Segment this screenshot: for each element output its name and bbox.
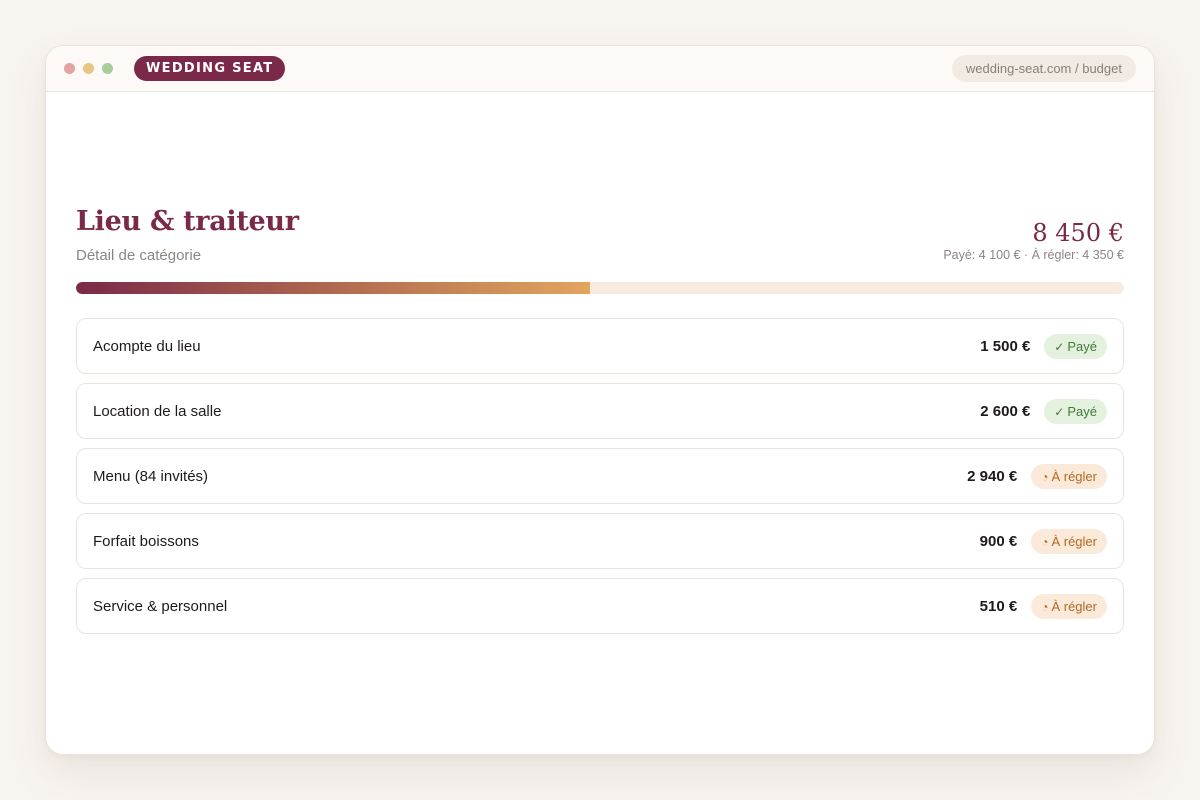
status-badge[interactable]: ◔ À régler <box>1031 528 1107 554</box>
status-label: Payé <box>1067 403 1097 419</box>
expense-row[interactable]: Service & personnel 510 € ◔ À régler <box>76 578 1124 634</box>
payment-progress-fill <box>76 282 590 294</box>
pending-clock-icon: ◔ <box>1041 469 1049 484</box>
close-window-dot[interactable] <box>64 63 75 74</box>
expense-amount: 510 € <box>979 597 1018 615</box>
payment-progress-bar <box>76 282 1124 294</box>
expense-label: Service & personnel <box>93 597 228 615</box>
expense-row[interactable]: Forfait boissons 900 € ◔ À régler <box>76 513 1124 569</box>
expense-label: Menu (84 invités) <box>93 467 209 485</box>
expense-list: Acompte du lieu 1 500 € ✓ Payé Location d… <box>76 318 1124 643</box>
browser-window: WEDDING SEAT wedding-seat.com / budget L… <box>45 45 1155 755</box>
category-total: 8 450 € <box>1032 219 1124 247</box>
expense-label: Acompte du lieu <box>93 337 201 355</box>
status-label: Payé <box>1067 338 1097 354</box>
status-badge[interactable]: ✓ Payé <box>1044 398 1107 424</box>
page-subtitle: Détail de catégorie <box>76 247 202 264</box>
pending-clock-icon: ◔ <box>1041 599 1049 614</box>
category-detail: Lieu & traiteur Détail de catégorie 8 45… <box>76 206 1124 634</box>
check-icon: ✓ <box>1054 404 1065 419</box>
expense-row[interactable]: Menu (84 invités) 2 940 € ◔ À régler <box>76 448 1124 504</box>
expense-label: Location de la salle <box>93 402 222 420</box>
expense-label: Forfait boissons <box>93 532 199 550</box>
url-bar[interactable]: wedding-seat.com / budget <box>951 55 1136 82</box>
pending-clock-icon: ◔ <box>1041 534 1049 549</box>
expense-amount: 1 500 € <box>980 337 1031 355</box>
window-titlebar: WEDDING SEAT wedding-seat.com / budget <box>46 46 1154 92</box>
payment-breakdown: Payé: 4 100 € · À régler: 4 350 € <box>943 248 1124 262</box>
status-badge[interactable]: ◔ À régler <box>1031 593 1107 619</box>
expense-amount: 2 940 € <box>967 467 1018 485</box>
status-label: À régler <box>1051 598 1097 614</box>
status-badge[interactable]: ✓ Payé <box>1044 333 1107 359</box>
category-header: Lieu & traiteur Détail de catégorie 8 45… <box>76 206 1124 266</box>
expense-row[interactable]: Location de la salle 2 600 € ✓ Payé <box>76 383 1124 439</box>
status-label: À régler <box>1051 533 1097 549</box>
minimize-window-dot[interactable] <box>83 63 94 74</box>
brand-badge[interactable]: WEDDING SEAT <box>134 56 286 81</box>
expense-amount: 2 600 € <box>980 402 1031 420</box>
expense-row[interactable]: Acompte du lieu 1 500 € ✓ Payé <box>76 318 1124 374</box>
page-title: Lieu & traiteur <box>76 206 299 237</box>
expense-amount: 900 € <box>979 532 1018 550</box>
check-icon: ✓ <box>1054 339 1065 354</box>
status-badge[interactable]: ◔ À régler <box>1031 463 1107 489</box>
maximize-window-dot[interactable] <box>102 63 113 74</box>
status-label: À régler <box>1051 468 1097 484</box>
